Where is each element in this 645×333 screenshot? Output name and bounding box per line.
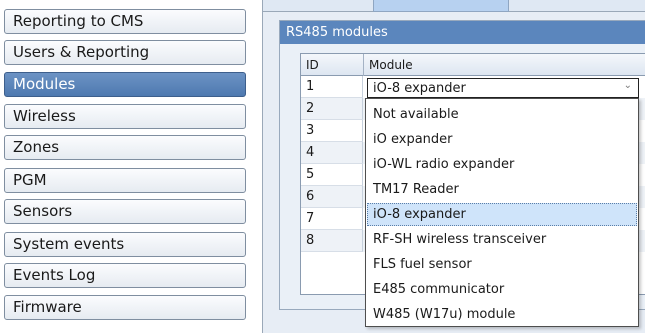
row-id-cell: 4 <box>301 142 363 164</box>
module-dropdown-list: Not available iO expander iO-WL radio ex… <box>365 98 639 327</box>
row-id-cell: 7 <box>301 208 363 230</box>
dropdown-option[interactable]: E485 communicator <box>367 278 637 301</box>
chevron-down-icon[interactable]: ⌄ <box>624 80 632 91</box>
dropdown-option[interactable]: RF-SH wireless transceiver <box>367 228 637 251</box>
sidebar-item-firmware[interactable]: Firmware <box>4 295 246 320</box>
sidebar-item-sensors[interactable]: Sensors <box>4 199 246 224</box>
dropdown-option[interactable]: FLS fuel sensor <box>367 253 637 276</box>
dropdown-option[interactable]: iO expander <box>367 128 637 151</box>
row-id-cell: 3 <box>301 120 363 142</box>
row-id-cell: 5 <box>301 164 363 186</box>
dropdown-option[interactable]: iO-WL radio expander <box>367 153 637 176</box>
column-header-module[interactable]: Module <box>364 54 645 76</box>
sidebar-item-users-reporting[interactable]: Users & Reporting <box>4 40 246 65</box>
sidebar-item-modules[interactable]: Modules <box>4 72 246 97</box>
grid-header: ID Module <box>301 54 645 76</box>
sidebar-item-reporting-to-cms[interactable]: Reporting to CMS <box>4 9 246 34</box>
row-id-cell: 6 <box>301 186 363 208</box>
settings-sidebar: Reporting to CMS Users & Reporting Modul… <box>4 0 256 333</box>
row-id-cell: 8 <box>301 230 363 252</box>
sidebar-item-system-events[interactable]: System events <box>4 232 246 257</box>
sidebar-item-events-log[interactable]: Events Log <box>4 263 246 288</box>
tab-strip <box>263 0 645 12</box>
tab-active[interactable] <box>373 0 509 12</box>
group-title: RS485 modules <box>280 21 645 44</box>
sidebar-item-pgm[interactable]: PGM <box>4 168 246 193</box>
module-combobox[interactable]: iO-8 expander ⌄ <box>367 78 639 98</box>
dropdown-option[interactable]: Not available <box>367 103 637 126</box>
row-id-cell: 2 <box>301 98 363 120</box>
dropdown-option[interactable]: W485 (W17u) module <box>367 303 637 326</box>
sidebar-item-zones[interactable]: Zones <box>4 135 246 160</box>
dropdown-option[interactable]: TM17 Reader <box>367 178 637 201</box>
dropdown-option-selected[interactable]: iO-8 expander <box>367 203 637 226</box>
row-id-cell: 1 <box>301 76 363 98</box>
sidebar-item-wireless[interactable]: Wireless <box>4 104 246 129</box>
column-header-id[interactable]: ID <box>301 54 363 76</box>
combobox-value: iO-8 expander <box>373 81 466 96</box>
